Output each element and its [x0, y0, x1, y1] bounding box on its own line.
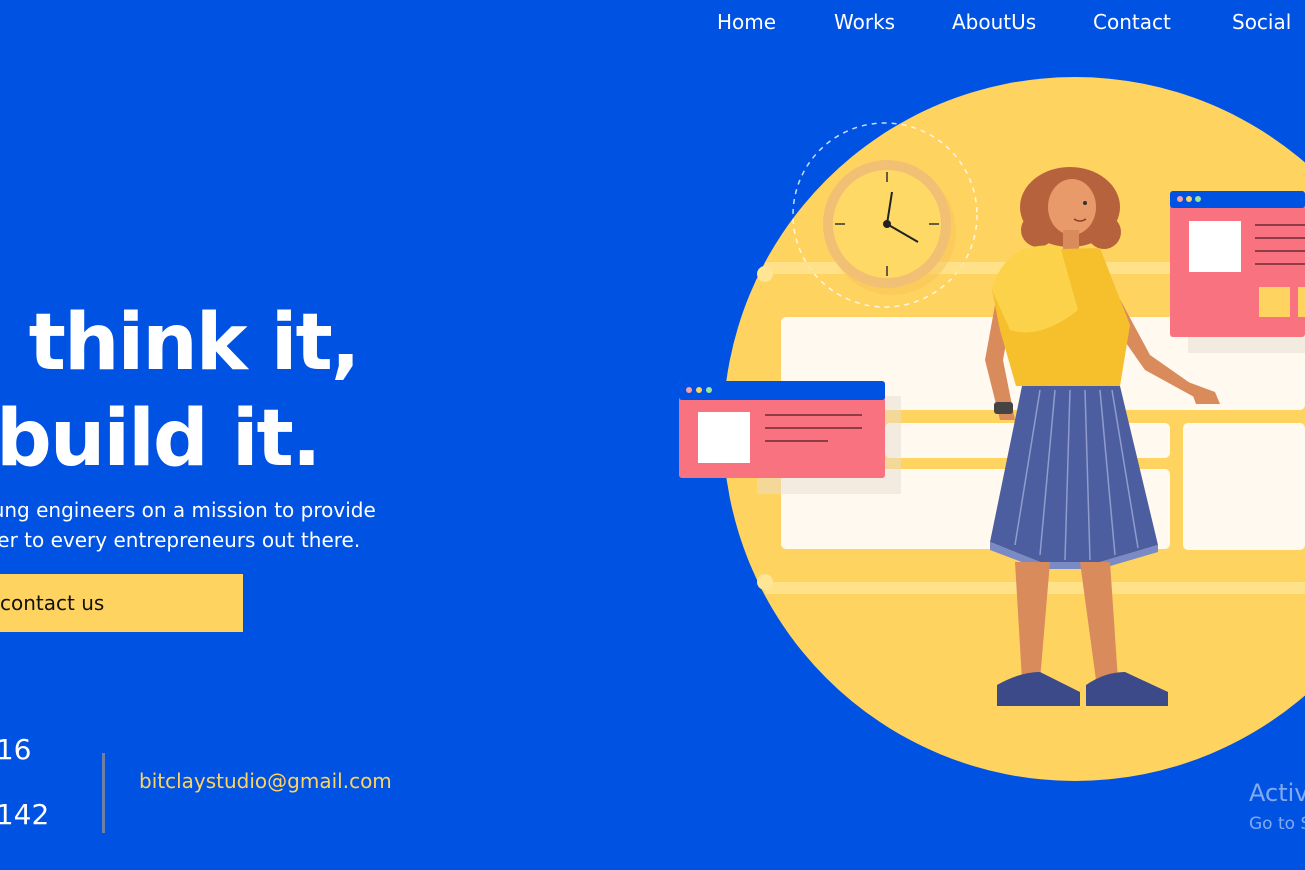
right-browser-card: [1170, 191, 1305, 353]
left-browser-card: [679, 381, 901, 494]
woman-presenting-dashboard-illustration: [679, 77, 1305, 781]
activation-watermark-subtitle: Go to S: [1249, 814, 1305, 834]
activation-watermark-title: Activ: [1249, 779, 1305, 807]
